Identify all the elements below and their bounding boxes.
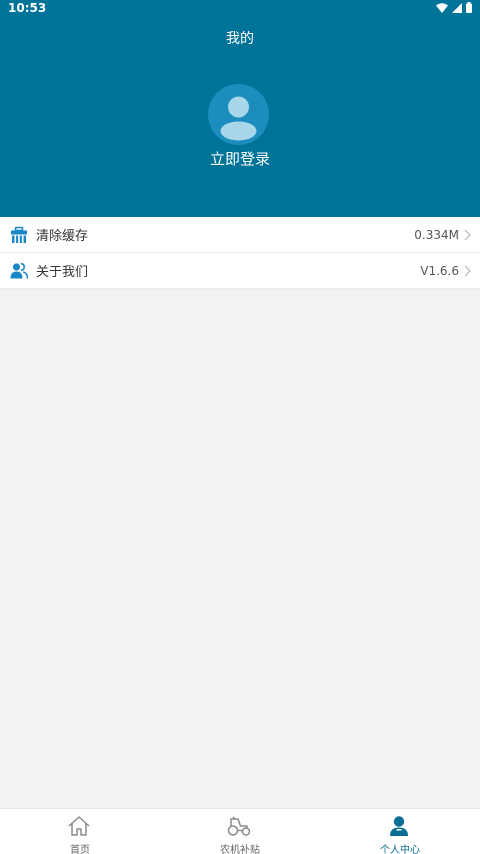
bottom-tab-bar: 首页 农机补贴 个人中心 (0, 808, 480, 854)
status-icons (436, 2, 472, 13)
user-icon (390, 816, 408, 836)
app-version-value: V1.6.6 (420, 263, 459, 278)
users-icon (10, 262, 28, 279)
home-icon (68, 816, 90, 836)
menu-item-about-us[interactable]: 关于我们 V1.6.6 (0, 253, 480, 289)
cache-size-value: 0.334M (414, 227, 459, 242)
toolbox-icon (11, 226, 27, 243)
signal-icon (452, 2, 462, 13)
page-title: 我的 (226, 31, 254, 47)
default-avatar-icon (220, 96, 257, 141)
battery-icon (466, 2, 472, 13)
wifi-icon (436, 2, 448, 13)
chevron-right-icon (464, 229, 471, 241)
status-bar: 10:53 (0, 0, 480, 16)
profile-header: 10:53 我的 立即登录 (0, 0, 480, 217)
settings-menu: 清除缓存 0.334M 关于我们 V1.6.6 (0, 217, 480, 289)
tractor-icon (227, 816, 251, 836)
tab-profile[interactable]: 个人中心 (320, 809, 480, 854)
tab-label: 首页 (70, 845, 90, 854)
tab-label: 农机补贴 (220, 845, 260, 854)
tab-label: 个人中心 (380, 845, 420, 854)
avatar[interactable] (208, 84, 269, 145)
tab-home[interactable]: 首页 (0, 809, 160, 854)
login-button[interactable]: 立即登录 (0, 148, 480, 169)
chevron-right-icon (464, 265, 471, 277)
menu-item-label: 关于我们 (36, 265, 89, 280)
status-time: 10:53 (8, 1, 47, 15)
tab-agri-subsidy[interactable]: 农机补贴 (160, 809, 320, 854)
menu-item-label: 清除缓存 (36, 229, 89, 244)
menu-item-clear-cache[interactable]: 清除缓存 0.334M (0, 217, 480, 253)
